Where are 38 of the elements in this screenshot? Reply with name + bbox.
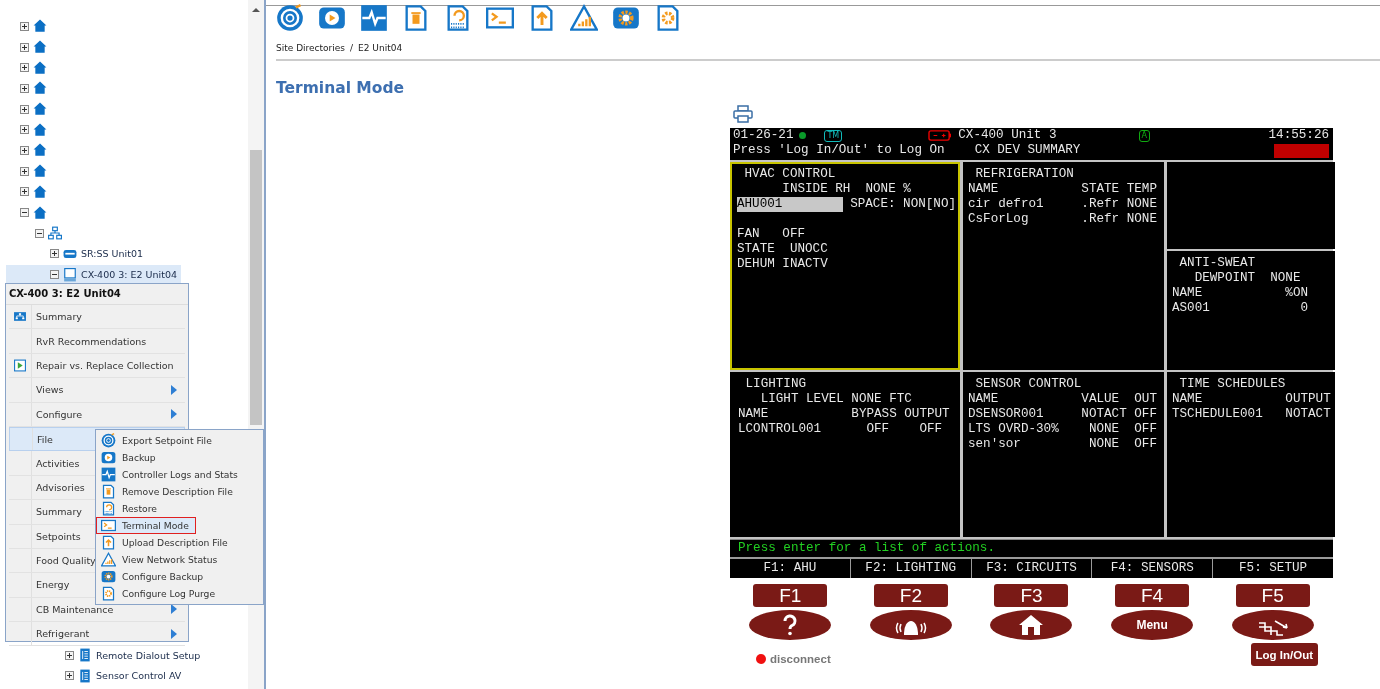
connection-status: disconnect bbox=[770, 653, 831, 665]
panel-line: NAME %ON bbox=[1172, 286, 1310, 301]
lock-badge: A bbox=[1138, 129, 1150, 142]
panel-line: DEWPOINT NONE bbox=[1193, 271, 1302, 286]
panel-title: REFRIGERATION bbox=[974, 167, 1075, 182]
panel-line: DEHUM INACTV bbox=[737, 257, 829, 272]
panel-line: TSCHEDULE001 NOTACT bbox=[1172, 407, 1331, 422]
panel-title: LIGHTING bbox=[744, 377, 808, 392]
controller-name: CX-400 Unit 3 bbox=[958, 128, 1057, 143]
status-line: Press enter for a list of actions. bbox=[730, 539, 1333, 557]
panel-line: LIGHT LEVEL NONE FTC bbox=[759, 392, 913, 407]
time-text: 14:55:26 bbox=[1268, 128, 1329, 143]
panel-line: NAME OUTPUT bbox=[1172, 392, 1331, 407]
panel-line: NAME STATE TEMP bbox=[968, 182, 1158, 197]
panel-line: INSIDE RH NONE % bbox=[781, 182, 912, 197]
panel-line: CsForLog .Refr NONE bbox=[968, 212, 1158, 227]
menu-title: CX-400 3: E2 Unit04 bbox=[6, 284, 188, 305]
breadcrumb-separator: / bbox=[350, 43, 354, 53]
panel-title: ANTI-SWEAT bbox=[1178, 256, 1257, 271]
panel-title: SENSOR CONTROL bbox=[974, 377, 1083, 392]
panel-line: sen'sor NONE OFF bbox=[968, 437, 1158, 452]
panel-line: FAN OFF bbox=[737, 227, 807, 242]
login-message: Press 'Log In/Out' to Log On bbox=[733, 143, 945, 158]
panel-title: HVAC CONTROL bbox=[743, 167, 837, 182]
panel-line: NAME BYPASS OUTPUT bbox=[738, 407, 951, 422]
panel-line: SPACE: NON[NO] bbox=[850, 197, 956, 212]
panel-line: LCONTROL001 OFF OFF bbox=[738, 422, 944, 437]
page-title: Terminal Mode bbox=[276, 79, 406, 97]
panel-line: NAME VALUE OUT bbox=[968, 392, 1158, 407]
panel-line: LTS OVRD-30% NONE OFF bbox=[968, 422, 1158, 437]
panel-title: TIME SCHEDULES bbox=[1178, 377, 1287, 392]
date-text: 01-26-21 bbox=[733, 128, 794, 143]
panel-line: AS001 0 bbox=[1172, 301, 1310, 316]
panel-line: STATE UNOCC bbox=[737, 242, 829, 257]
status-badge: TM bbox=[824, 129, 843, 142]
panel-line: cir defro1 .Refr NONE bbox=[968, 197, 1158, 212]
panel-line: DSENSOR001 NOTACT OFF bbox=[968, 407, 1158, 422]
screen-name: CX DEV SUMMARY bbox=[974, 143, 1081, 158]
